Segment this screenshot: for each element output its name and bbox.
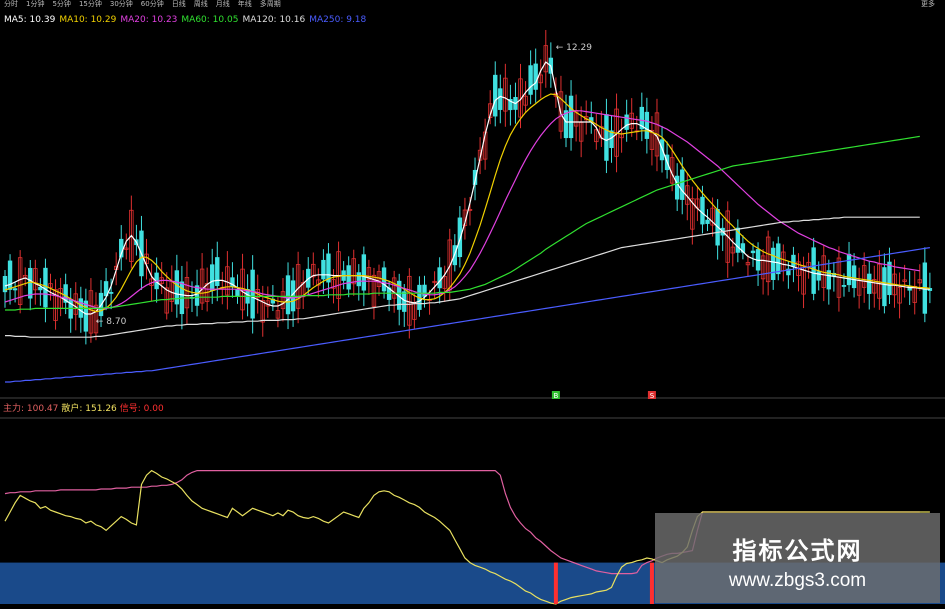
candle-body	[321, 259, 326, 280]
candle-body	[568, 95, 574, 139]
candle-body	[867, 273, 872, 294]
candle-body	[83, 300, 89, 332]
candle-body	[644, 111, 650, 139]
candle-body	[750, 250, 756, 254]
candle-body	[705, 219, 710, 224]
candle-body	[771, 247, 776, 280]
signal-bar	[553, 562, 558, 604]
candle-body	[841, 285, 847, 287]
candle-body	[437, 267, 442, 289]
candle-body	[604, 114, 609, 161]
watermark-title: 指标公式网	[732, 537, 863, 565]
candle-body	[563, 110, 569, 139]
candle-body	[361, 254, 367, 291]
candle-body	[285, 275, 291, 315]
ma-line	[4, 110, 920, 309]
candle-body	[194, 285, 200, 306]
candle-body	[346, 265, 351, 290]
candle-body	[791, 254, 796, 267]
candle-body	[498, 88, 503, 110]
candle-body	[215, 257, 220, 286]
ma-line	[5, 247, 930, 383]
candle-body	[700, 196, 705, 225]
low-label: ← 8.70	[96, 317, 127, 327]
candle-body	[811, 247, 816, 294]
signal-marker-label: S	[650, 392, 655, 400]
candle-body	[28, 267, 33, 299]
candle-body	[493, 74, 498, 117]
candle-body	[528, 65, 533, 95]
candle-body	[38, 286, 43, 291]
candle-body	[887, 261, 892, 296]
candle-body	[43, 267, 48, 308]
candle-body	[846, 253, 852, 286]
watermark: 指标公式网 www.zbgs3.com	[655, 513, 940, 603]
ma-line	[4, 93, 930, 313]
signal-bar	[649, 562, 654, 604]
watermark-url: www.zbgs3.com	[728, 570, 867, 591]
candle-body	[402, 291, 407, 312]
candle-body	[250, 269, 255, 319]
candle-body	[108, 292, 114, 294]
candle-body	[680, 169, 685, 200]
candle-body	[624, 114, 629, 130]
candle-body	[210, 264, 215, 291]
candle-body	[533, 63, 538, 90]
candle-body	[882, 267, 887, 307]
candle-body	[674, 175, 680, 200]
candle-body	[851, 265, 857, 289]
candle-body	[235, 289, 240, 297]
high-label: ← 12.29	[556, 43, 592, 53]
candle-body	[816, 271, 821, 281]
signal-marker-label: B	[553, 392, 558, 400]
ma-line	[4, 61, 930, 315]
candle-body	[356, 272, 361, 287]
candle-body	[12, 288, 18, 291]
